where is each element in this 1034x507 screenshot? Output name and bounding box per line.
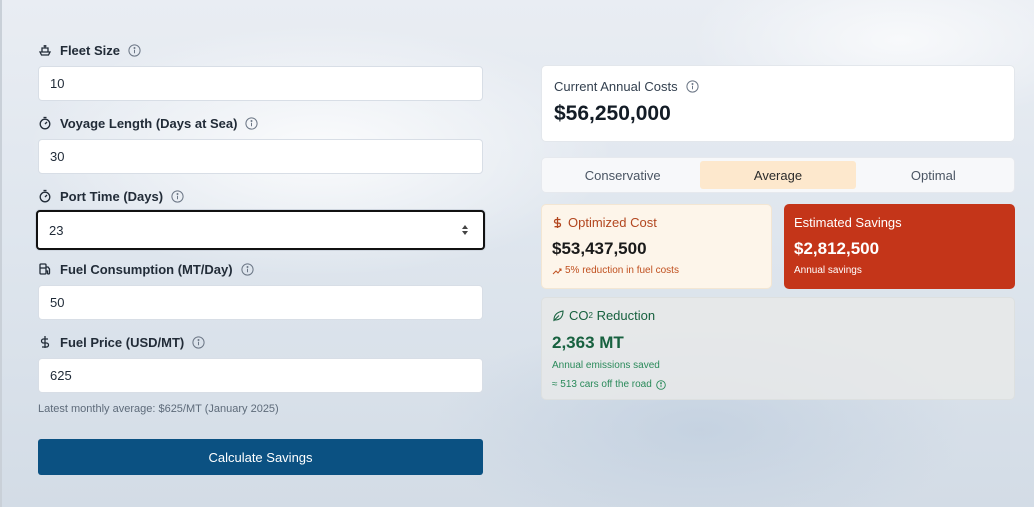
- tab-conservative[interactable]: Conservative: [545, 161, 700, 189]
- fuel-consumption-label: Fuel Consumption (MT/Day): [38, 259, 483, 279]
- scenario-tabs: Conservative Average Optimal: [541, 157, 1015, 193]
- estimated-savings-label: Estimated Savings: [794, 215, 902, 230]
- co2-label-suffix: Reduction: [592, 308, 656, 323]
- tab-average[interactable]: Average: [700, 161, 856, 189]
- tab-optimal[interactable]: Optimal: [856, 161, 1011, 189]
- port-time-value: 23: [49, 222, 64, 238]
- current-costs-label-text: Current Annual Costs: [554, 79, 678, 94]
- optimized-cost-note-text: 5% reduction in fuel costs: [565, 265, 679, 276]
- window-edge: [0, 0, 2, 507]
- optimized-cost-label: Optimized Cost: [552, 215, 761, 230]
- info-icon[interactable]: [241, 262, 254, 276]
- info-icon[interactable]: [656, 379, 666, 390]
- estimated-savings-note: Annual savings: [794, 265, 862, 276]
- cars-off-road-text: ≈ 513 cars off the road: [552, 379, 652, 390]
- fuel-price-value: 625: [50, 368, 72, 383]
- fuel-consumption-label-text: Fuel Consumption (MT/Day): [60, 261, 233, 277]
- info-icon[interactable]: [192, 335, 205, 349]
- ship-icon: [38, 43, 52, 57]
- fleet-size-input[interactable]: 10: [38, 66, 483, 101]
- co2-reduction-value: 2,363 MT: [552, 333, 624, 352]
- fleet-size-label-text: Fleet Size: [60, 42, 120, 58]
- voyage-length-label: Voyage Length (Days at Sea): [38, 113, 483, 133]
- fuel-consumption-value: 50: [50, 295, 65, 310]
- fleet-size-value: 10: [50, 76, 65, 91]
- port-time-label: Port Time (Days): [38, 186, 483, 206]
- dollar-icon: [38, 335, 52, 349]
- current-annual-costs-card: Current Annual Costs $56,250,000: [541, 65, 1015, 142]
- co2-reduction-card: CO 2 Reduction 2,363 MT Annual emissions …: [541, 297, 1015, 400]
- fleet-size-label: Fleet Size: [38, 40, 483, 60]
- voyage-length-label-text: Voyage Length (Days at Sea): [60, 115, 238, 131]
- optimized-cost-note: 5% reduction in fuel costs: [552, 265, 761, 276]
- trend-down-icon: [552, 267, 562, 275]
- fuel-price-label-text: Fuel Price (USD/MT): [60, 334, 185, 350]
- calculate-savings-button[interactable]: Calculate Savings: [38, 439, 483, 475]
- optimized-cost-value: $53,437,500: [552, 239, 647, 258]
- port-time-input[interactable]: 23: [36, 210, 485, 250]
- current-costs-label: Current Annual Costs: [554, 79, 1002, 94]
- fuel-price-label: Fuel Price (USD/MT): [38, 332, 483, 352]
- info-icon[interactable]: [685, 80, 699, 93]
- voyage-length-value: 30: [50, 149, 65, 164]
- co2-reduction-note: Annual emissions saved: [552, 360, 660, 371]
- estimated-savings-card: Estimated Savings $2,812,500 Annual savi…: [784, 204, 1015, 289]
- info-icon[interactable]: [171, 189, 184, 203]
- info-icon[interactable]: [245, 116, 259, 130]
- port-time-label-text: Port Time (Days): [60, 188, 164, 204]
- co2-label-prefix: CO: [569, 308, 589, 323]
- leaf-icon: [552, 309, 564, 322]
- timer-icon: [38, 116, 52, 130]
- cars-off-road-note: ≈ 513 cars off the road: [552, 379, 1004, 390]
- current-costs-value: $56,250,000: [554, 102, 671, 125]
- fuel-consumption-input[interactable]: 50: [38, 285, 483, 320]
- fuel-price-input[interactable]: 625: [38, 358, 483, 393]
- number-stepper-icon[interactable]: [461, 224, 469, 236]
- co2-reduction-label: CO 2 Reduction: [552, 308, 1004, 323]
- savings-form: Fleet Size 10 Voyage Length (Days at Sea…: [36, 40, 485, 475]
- fuel-pump-icon: [38, 262, 52, 276]
- timer-icon: [38, 189, 52, 203]
- estimated-savings-value: $2,812,500: [794, 239, 880, 258]
- optimized-cost-card: Optimized Cost $53,437,500 5% reduction …: [541, 204, 772, 289]
- info-icon[interactable]: [128, 43, 141, 57]
- fuel-price-hint: Latest monthly average: $625/MT (January…: [38, 403, 279, 415]
- dollar-icon: [552, 216, 563, 229]
- optimized-cost-label-text: Optimized Cost: [568, 215, 657, 230]
- voyage-length-input[interactable]: 30: [38, 139, 483, 174]
